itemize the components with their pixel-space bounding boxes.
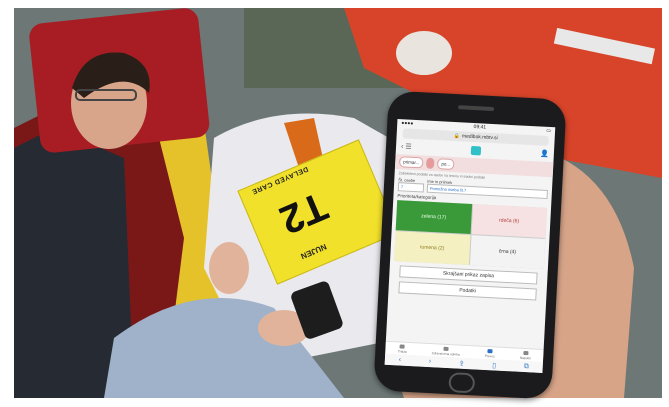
triage-tag-code: T2 [273,183,334,243]
tab-notes[interactable]: Napotki [520,349,531,362]
browser-back-icon[interactable]: ‹ [399,356,402,363]
smartphone: ●●●● 09:41 ▭ 🔒 medibok.mbtv.si ‹ ☰ 👤 pri… [373,90,567,400]
priority-yellow-button[interactable]: rumena (2) [394,231,471,265]
app-logo-icon [470,145,482,155]
back-icon[interactable]: ‹ ☰ [401,142,412,151]
tabs-icon[interactable]: ⧉ [524,362,529,370]
status-time: 09:41 [473,124,487,131]
priority-green-button[interactable]: zelena (17) [395,200,472,234]
person-number-field[interactable]: 7 [397,182,425,193]
battery-icon: ▭ [546,127,552,135]
lock-icon: 🔒 [453,133,461,140]
home-button[interactable] [448,372,476,394]
tab-care-label: Zdravstvena oskrba [431,350,460,357]
triage-icon [399,343,406,349]
priority-black-button[interactable]: črna (4) [469,235,546,269]
tab-triage-label: Triaža [397,348,407,354]
notes-icon [522,350,529,355]
priority-red-button[interactable]: rdeča (6) [471,204,548,238]
photo-frame: DELAYED CARE T2 NUJEN [14,8,662,398]
tab-notes-label: Napotki [519,355,531,360]
care-icon [443,346,449,351]
nav-pill-active[interactable] [426,157,435,170]
details-button[interactable]: Podatki [398,281,537,301]
phone-screen: ●●●● 09:41 ▭ 🔒 medibok.mbtv.si ‹ ☰ 👤 pri… [384,119,556,373]
address-url: medibok.mbtv.si [461,133,498,142]
rescuer-gloved-hand [396,31,452,75]
tab-transport[interactable]: Prevoz [485,347,496,360]
patient-left-hand [209,242,249,294]
person-number-group: Št. osebe 7 [397,177,425,193]
phone-speaker [458,105,495,112]
browser-forward-icon[interactable]: › [429,358,432,365]
tab-transport-label: Prevoz [484,353,495,358]
triage-tag-urgency-label: NUJEN [299,241,328,261]
share-icon[interactable]: ⇪ [459,359,465,367]
transport-icon [487,348,493,353]
bookmarks-icon[interactable]: ▯ [492,361,496,369]
signal-icon: ●●●● [401,120,414,127]
tab-triage[interactable]: Triaža [398,342,407,354]
nav-pill-primary[interactable]: primar... [398,156,424,169]
nav-pill-next[interactable]: po... [437,158,455,171]
user-icon[interactable]: 👤 [540,150,549,158]
priority-grid: zelena (17) rdeča (6) rumena (2) črna (4… [394,200,548,269]
